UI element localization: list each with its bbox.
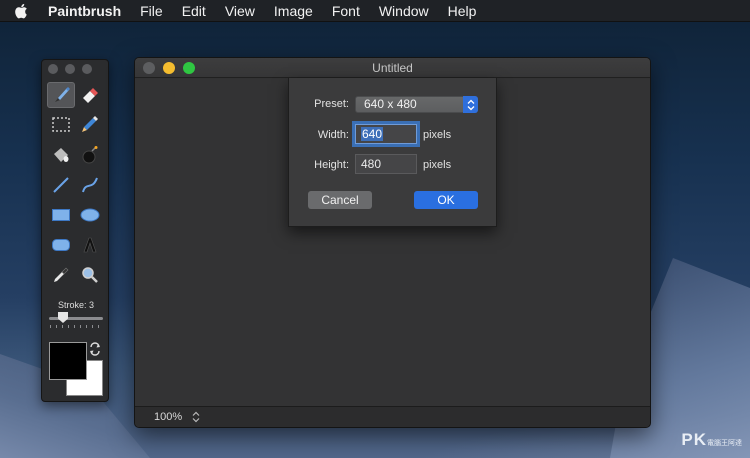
fill-tool[interactable] [47,142,75,168]
cancel-button[interactable]: Cancel [308,191,372,209]
watermark-subtext: 電腦王阿達 [707,440,742,447]
tool-palette: Stroke: 3 [41,59,109,402]
height-value: 480 [361,157,382,171]
height-field[interactable]: 480 [355,154,417,174]
menu-view[interactable]: View [225,3,255,19]
paint-bucket-icon [54,148,69,162]
eraser-icon [83,88,98,103]
pencil-tool[interactable] [76,112,104,138]
watermark-logo: PK電腦王阿達 [681,430,742,450]
pencil-icon [82,116,98,132]
curve-tool[interactable] [76,172,104,198]
height-label: Height: [314,159,349,171]
stroke-label: Stroke: 3 [57,300,95,310]
menu-edit[interactable]: Edit [182,3,206,19]
marquee-selection-icon [52,117,70,132]
eyedropper-icon [54,267,69,282]
select-arrows-icon [463,96,478,113]
stroke-slider[interactable] [49,317,103,320]
ellipse-tool[interactable] [76,202,104,228]
brush-tool[interactable] [47,82,75,108]
width-unit: pixels [423,129,452,141]
foreground-color-well[interactable] [49,342,87,380]
menu-window[interactable]: Window [379,3,429,19]
zoom-stepper-icon[interactable] [192,411,200,423]
text-icon [83,237,97,253]
height-unit: pixels [423,159,452,171]
line-icon [53,177,69,193]
menu-help[interactable]: Help [448,3,477,19]
stroke-slider-thumb[interactable] [58,312,68,323]
ellipse-icon [80,208,100,222]
palette-window-controls [48,64,92,74]
menu-bar: Paintbrush File Edit View Image Font Win… [0,0,750,22]
width-label: Width: [317,129,349,141]
bomb-tool[interactable] [76,142,104,168]
apple-logo-icon[interactable] [14,2,30,20]
zoom-level[interactable]: 100% [154,411,182,423]
swap-colors-icon[interactable] [88,342,102,356]
status-bar: 100% [135,406,650,427]
preset-value: 640 x 480 [364,97,417,111]
preset-label: Preset: [314,98,349,110]
menu-image[interactable]: Image [274,3,313,19]
palette-minimize-button[interactable] [65,64,75,74]
eraser-tool[interactable] [76,82,104,108]
new-image-sheet: Preset: 640 x 480 Width: 640 pixels Heig… [288,78,497,227]
magnifier-icon [82,267,98,283]
zoom-tool[interactable] [76,262,104,288]
ok-button[interactable]: OK [414,191,478,209]
menu-app-name[interactable]: Paintbrush [48,3,121,19]
paintbrush-icon [55,87,70,102]
stroke-slider-ticks [50,325,102,328]
window-title: Untitled [372,61,413,75]
rectangle-icon [52,209,70,221]
bomb-icon [82,146,98,164]
watermark-text: PK [681,430,707,449]
curve-icon [82,177,98,193]
palette-close-button[interactable] [48,64,58,74]
window-titlebar[interactable]: Untitled [135,58,650,78]
palette-zoom-button[interactable] [82,64,92,74]
menu-font[interactable]: Font [332,3,360,19]
width-value: 640 [361,127,384,141]
menu-file[interactable]: File [140,3,163,19]
rounded-rectangle-icon [52,239,70,251]
preset-select[interactable]: 640 x 480 [355,96,478,113]
text-tool[interactable] [76,232,104,258]
rectangle-tool[interactable] [47,202,75,228]
line-tool[interactable] [47,172,75,198]
width-field[interactable]: 640 [355,124,417,144]
selection-tool[interactable] [47,112,75,138]
eyedropper-tool[interactable] [47,262,75,288]
rounded-rectangle-tool[interactable] [47,232,75,258]
